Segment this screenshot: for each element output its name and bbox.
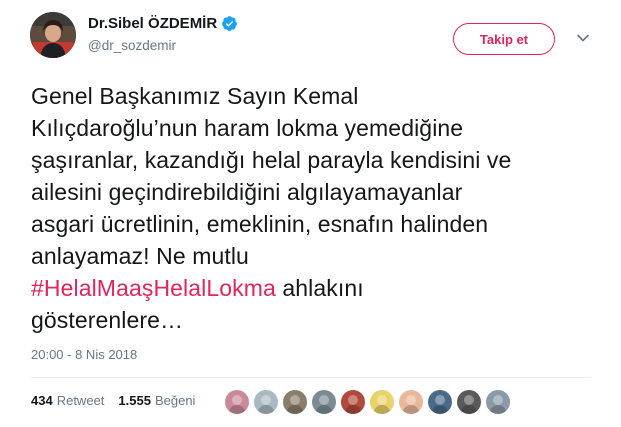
liker-avatar-3[interactable] (283, 390, 307, 414)
liker-avatar-1[interactable] (225, 390, 249, 414)
liker-avatar-9[interactable] (457, 390, 481, 414)
liker-avatar-6[interactable] (370, 390, 394, 414)
tweet-header: Dr.Sibel ÖZDEMİR @dr_sozdemir Takip et (30, 11, 605, 61)
author-handle[interactable]: @dr_sozdemir (88, 38, 176, 53)
liker-avatar-5[interactable] (341, 390, 365, 414)
tweet-line-hashtag: #HelalMaaşHelalLokma ahlakını (31, 272, 601, 304)
like-count: 1.555 (118, 393, 151, 408)
retweet-stat[interactable]: 434 Retweet (31, 393, 104, 408)
liker-avatar-8[interactable] (428, 390, 452, 414)
tweet-text: Genel Başkanımız Sayın Kemal Kılıçdaroğl… (31, 80, 601, 336)
liker-avatar-10[interactable] (486, 390, 510, 414)
liker-avatars (225, 390, 515, 414)
tweet-timestamp[interactable]: 20:00 - 8 Nis 2018 (31, 347, 137, 362)
author-avatar[interactable] (30, 12, 76, 58)
retweet-count: 434 (31, 393, 53, 408)
tweet-line: anlayamaz! Ne mutlu (31, 243, 249, 269)
chevron-down-icon[interactable] (576, 31, 590, 45)
hashtag-link[interactable]: #HelalMaaşHelalLokma (31, 275, 276, 301)
author-name-text[interactable]: Dr.Sibel ÖZDEMİR (88, 15, 217, 32)
liker-avatar-7[interactable] (399, 390, 423, 414)
tweet-line: gösterenlere… (31, 307, 184, 333)
tweet-stats: 434 Retweet 1.555 Beğeni (31, 393, 209, 408)
verified-badge-icon (222, 16, 238, 31)
like-label: Beğeni (154, 393, 196, 408)
liker-avatar-2[interactable] (254, 390, 278, 414)
tweet-line: ailesini geçindirebildiğini algılayamaya… (31, 179, 463, 205)
retweet-label: Retweet (56, 393, 105, 408)
tweet-line-rest: ahlakını (275, 275, 364, 301)
like-stat[interactable]: 1.555 Beğeni (118, 393, 195, 408)
tweet-line: Kılıçdaroğlu’nun haram lokma yemediğine (31, 115, 464, 141)
follow-button[interactable]: Takip et (453, 23, 555, 55)
author-name[interactable]: Dr.Sibel ÖZDEMİR (88, 15, 238, 32)
tweet-line: şaşıranlar, kazandığı helal parayla kend… (31, 147, 512, 173)
divider (31, 377, 591, 378)
liker-avatar-4[interactable] (312, 390, 336, 414)
tweet-line: Genel Başkanımız Sayın Kemal (31, 83, 359, 109)
tweet-line: asgari ücretlinin, emeklinin, esnafın ha… (31, 211, 489, 237)
